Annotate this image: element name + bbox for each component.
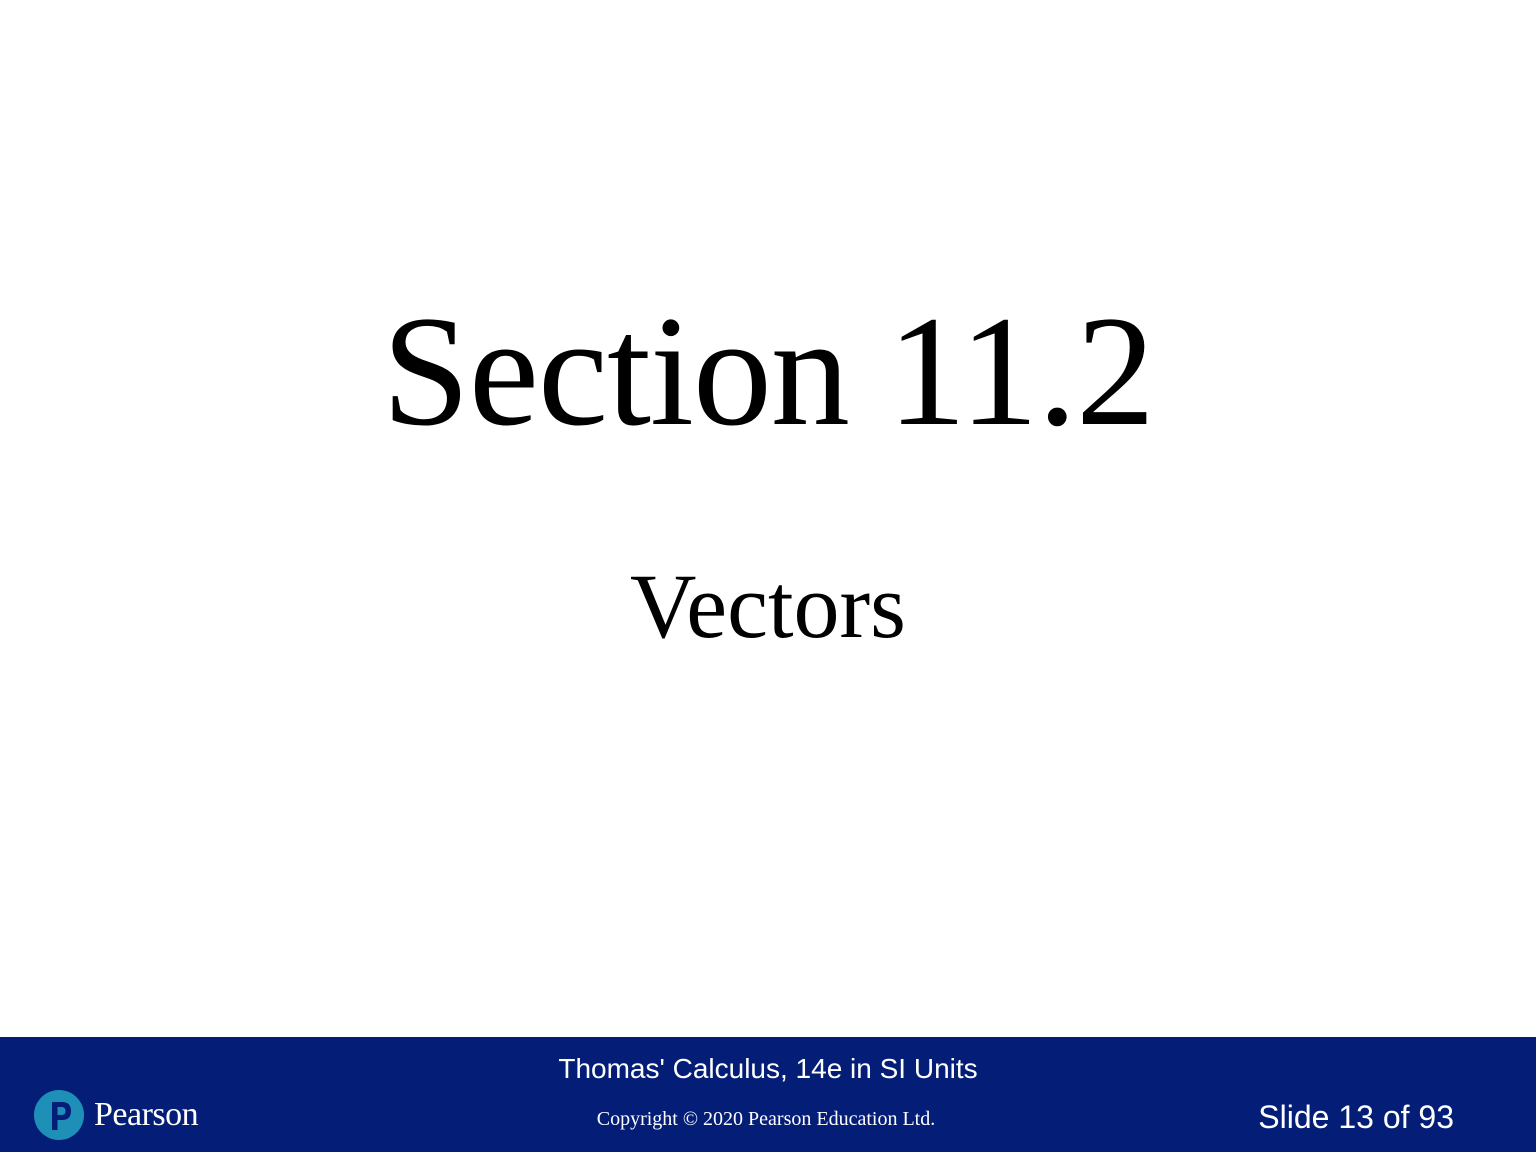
footer-bar: Thomas' Calculus, 14e in SI Units Copyri… [0,1037,1536,1152]
pearson-wordmark: Pearson [94,1096,199,1133]
slide: Section 11.2 Vectors Thomas' Calculus, 1… [0,0,1536,1152]
slide-title: Section 11.2 [381,284,1155,459]
slide-counter: Slide 13 of 93 [1258,1099,1454,1135]
slide-subtitle: Vectors [630,555,906,657]
pearson-p-logo-icon [34,1090,84,1140]
pearson-logo: Pearson [34,1087,199,1143]
footer-book-title: Thomas' Calculus, 14e in SI Units [558,1053,978,1084]
